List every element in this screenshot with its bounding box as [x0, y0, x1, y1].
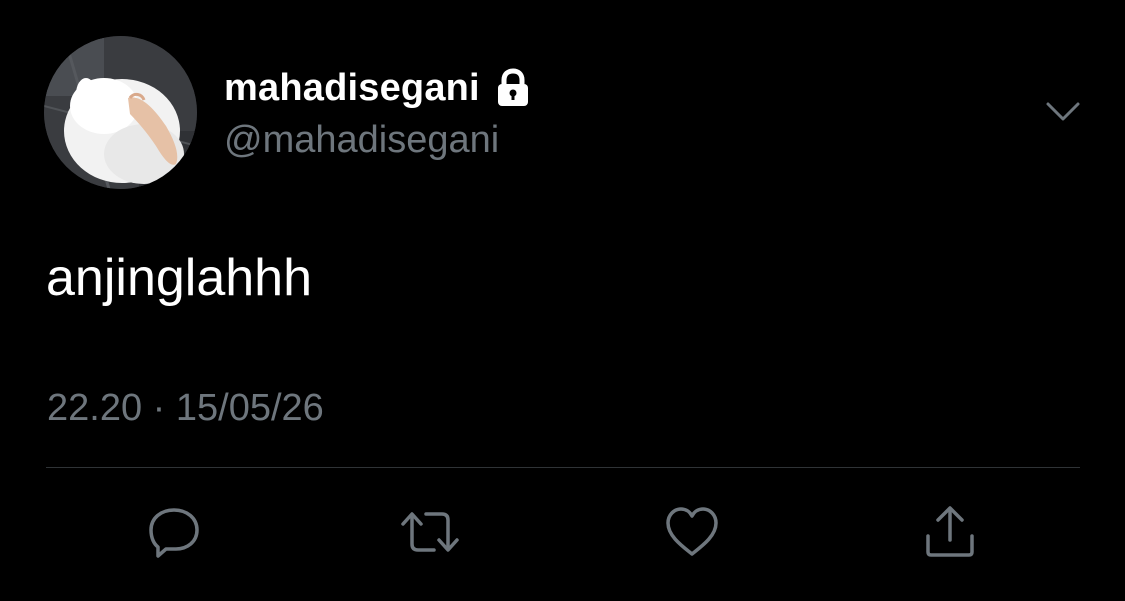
display-name[interactable]: mahadisegani: [224, 66, 480, 110]
heart-icon: [666, 507, 718, 556]
user-handle[interactable]: @mahadisegani: [224, 118, 499, 162]
lock-icon: [494, 68, 532, 108]
chevron-down-icon[interactable]: [1044, 98, 1082, 126]
avatar[interactable]: [44, 36, 197, 189]
retweet-button[interactable]: [398, 500, 462, 564]
avatar-photo: [44, 36, 197, 189]
retweet-icon: [401, 512, 459, 552]
tweet-timestamp[interactable]: 22.20 · 15/05/26: [47, 386, 324, 430]
tweet-card: mahadisegani @mahadisegani anjinglahhh 2…: [0, 0, 1125, 601]
reply-button[interactable]: [142, 500, 206, 564]
reply-icon: [149, 508, 199, 558]
share-icon: [926, 506, 974, 557]
share-button[interactable]: [918, 500, 982, 564]
like-button[interactable]: [660, 500, 724, 564]
display-name-row: mahadisegani: [224, 66, 532, 110]
tweet-text: anjinglahhh: [46, 249, 313, 307]
divider: [46, 467, 1080, 468]
